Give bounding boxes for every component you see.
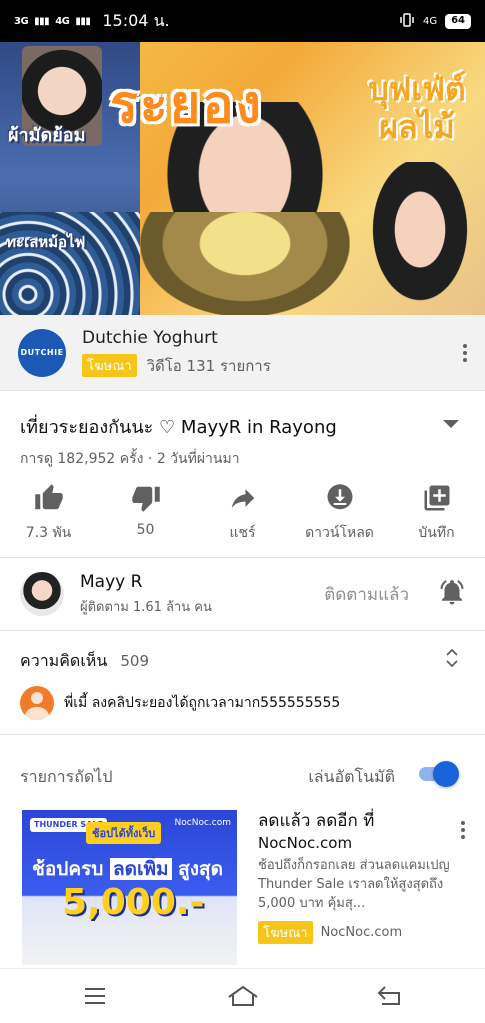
- advertiser-video-count: วิดีโอ 131 รายการ: [146, 356, 271, 375]
- comments-section[interactable]: ความคิดเห็น 509 พี่เมี้ ลงคลิประยองได้ถู…: [0, 631, 485, 734]
- ad-badge: โฆษณา: [258, 921, 313, 944]
- share-label: แชร์: [229, 525, 256, 541]
- home-icon[interactable]: [226, 983, 260, 1013]
- video-player[interactable]: ผ้ามัดย้อม ทะเลหม้อไฟ ระยอง บุฟเฟ่ต์ผลไม…: [0, 42, 485, 315]
- add-to-playlist-icon: [388, 482, 485, 514]
- ad-description: ช้อปถึงก็กรอกเลย ส่วนลดแคมเปญ Thunder Sa…: [258, 858, 450, 911]
- status-bar: 3G ▮▮▮ 4G ▮▮▮ 15:04 น. 4G 64: [0, 0, 485, 42]
- action-bar: 7.3 พัน 50 แชร์ ดาวน์โหลด บันทึก: [0, 482, 485, 544]
- ad-thumbnail[interactable]: THUNDER SALE ช้อปได้ทั้งเว็บ NocNoc.com …: [22, 810, 237, 965]
- thumbs-up-icon: [0, 482, 97, 514]
- channel-avatar[interactable]: [20, 572, 64, 616]
- autoplay-toggle[interactable]: [415, 761, 459, 787]
- like-button[interactable]: 7.3 พัน: [0, 482, 97, 544]
- like-count: 7.3 พัน: [25, 525, 72, 541]
- subscriber-count: ผู้ติดตาม 1.61 ล้าน คน: [80, 599, 212, 615]
- video-stats: การดู 182,952 ครั้ง · 2 วันที่ผ่านมา: [20, 451, 240, 467]
- vibrate-icon: [399, 12, 415, 31]
- download-icon: [291, 482, 388, 514]
- thumb-price: 5,000.-: [62, 882, 205, 923]
- thumb-flag: ช้อปได้ทั้งเว็บ: [86, 822, 162, 844]
- thumbs-down-icon: [97, 482, 194, 514]
- signal-4g-label: 4G: [55, 15, 70, 27]
- battery-icon: 64: [445, 13, 471, 29]
- comments-title: ความคิดเห็น: [20, 651, 108, 670]
- save-label: บันทึก: [418, 525, 455, 541]
- download-button[interactable]: ดาวน์โหลด: [291, 482, 388, 544]
- notification-bell-icon[interactable]: [437, 577, 467, 611]
- video-title[interactable]: เที่ยวระยองกันนะ ♡ MayyR in Rayong: [20, 412, 337, 441]
- top-comment-text: พี่เมี้ ลงคลิประยองได้ถูกเวลามาก55555555…: [64, 695, 341, 711]
- autoplay-label: เล่นอัตโนมัติ: [308, 767, 395, 786]
- menu-icon[interactable]: [82, 983, 108, 1013]
- subscribed-button[interactable]: ติดตามแล้ว: [324, 581, 409, 608]
- save-button[interactable]: บันทึก: [388, 482, 485, 544]
- channel-ad-banner[interactable]: DUTCHIE Dutchie Yoghurt โฆษณา วิดีโอ 131…: [0, 315, 485, 391]
- advertiser-name[interactable]: Dutchie Yoghurt: [82, 328, 271, 348]
- thumb-headline-prefix: ช้อปครบ: [32, 858, 104, 880]
- advertiser-logo[interactable]: DUTCHIE: [18, 328, 66, 377]
- video-overlay-text-left-bottom: ทะเลหม้อไฟ: [6, 233, 86, 251]
- video-wave-art: [0, 212, 140, 315]
- thumb-brand: NocNoc.com: [174, 818, 231, 828]
- back-icon[interactable]: [376, 983, 404, 1013]
- ad-advertiser: NocNoc.com: [258, 834, 353, 852]
- share-icon: [194, 482, 291, 514]
- thumb-headline-suffix: สูงสุด: [178, 858, 223, 880]
- system-nav-bar: [0, 968, 485, 1023]
- channel-row[interactable]: Mayy R ผู้ติดตาม 1.61 ล้าน คน ติดตามแล้ว: [0, 558, 485, 630]
- comments-count: 509: [120, 652, 149, 670]
- ad-badge: โฆษณา: [82, 354, 137, 377]
- download-label: ดาวน์โหลด: [305, 525, 374, 541]
- expand-description-icon[interactable]: [443, 420, 459, 428]
- more-options-icon[interactable]: [463, 341, 467, 365]
- promoted-ad-card[interactable]: THUNDER SALE ช้อปได้ทั้งเว็บ NocNoc.com …: [0, 810, 485, 965]
- up-next-title: รายการถัดไป: [20, 767, 113, 786]
- dislike-count: 50: [136, 522, 155, 538]
- ad-domain: NocNoc.com: [320, 925, 403, 940]
- up-next-header: รายการถัดไป เล่นอัตโนมัติ: [0, 735, 485, 813]
- signal-bars-icon: ▮▮▮: [34, 15, 50, 27]
- dislike-button[interactable]: 50: [97, 482, 194, 544]
- ad-headline[interactable]: ลดแล้ว ลดอีก ที่: [258, 810, 468, 832]
- channel-name[interactable]: Mayy R: [80, 572, 212, 592]
- video-face-right: [365, 162, 475, 312]
- signal-bars-icon: ▮▮▮: [75, 15, 91, 27]
- video-overlay-title: ระยอง: [110, 75, 263, 135]
- clock: 15:04 น.: [102, 10, 170, 30]
- thumb-headline: ช้อปครบ ลดเพิ่ม สูงสุด: [32, 854, 223, 884]
- expand-comments-icon[interactable]: [445, 647, 459, 673]
- more-options-icon[interactable]: [461, 818, 465, 842]
- thumb-headline-highlight: ลดเพิ่ม: [109, 858, 172, 880]
- video-overlay-text-left-top: ผ้ามัดย้อม: [8, 125, 86, 146]
- share-button[interactable]: แชร์: [194, 482, 291, 544]
- video-durian: [140, 212, 350, 315]
- signal-3g-label: 3G: [14, 15, 29, 27]
- video-overlay-title-right: บุฟเฟ่ต์ผลไม้: [368, 70, 466, 146]
- video-info: เที่ยวระยองกันนะ ♡ MayyR in Rayong การดู…: [0, 392, 485, 557]
- commenter-avatar: [20, 686, 54, 720]
- network-type-label: 4G: [422, 15, 438, 27]
